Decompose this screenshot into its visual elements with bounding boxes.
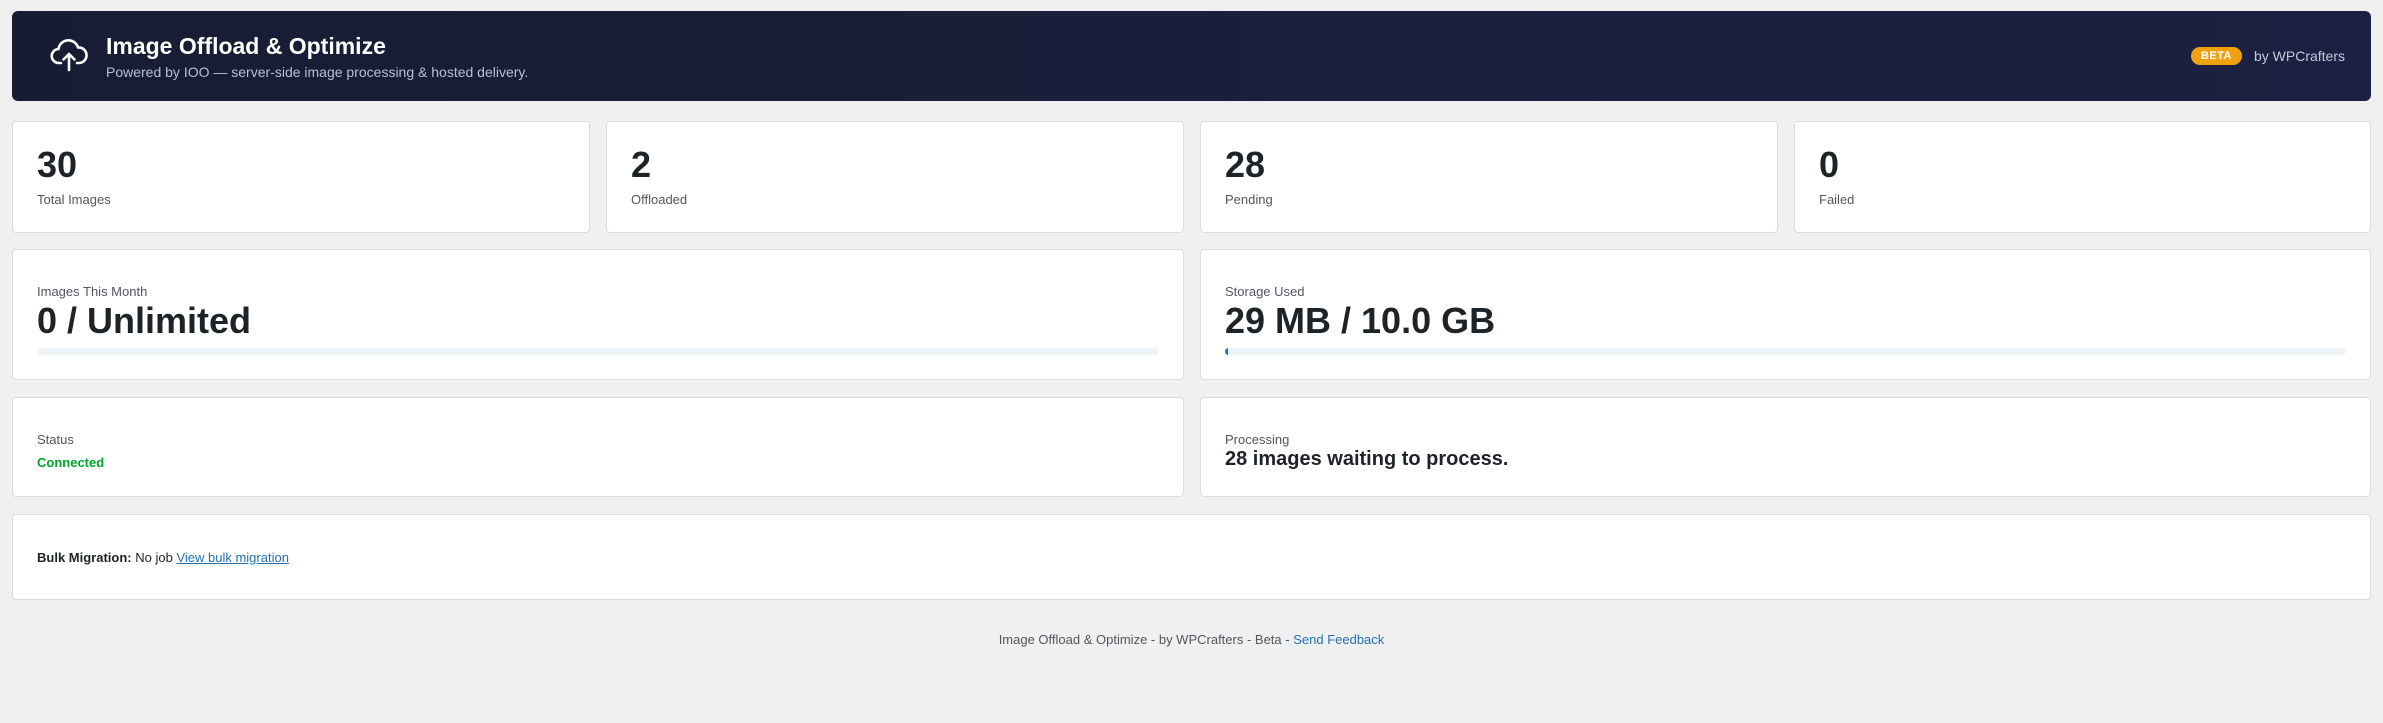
page-title: Image Offload & Optimize	[106, 32, 386, 59]
stat-label: Offloaded	[631, 192, 688, 207]
stat-card-failed: 0 Failed	[1794, 121, 2371, 233]
images-month-progress	[37, 348, 1159, 355]
processing-label: Processing	[1225, 432, 1290, 447]
stat-value: 30	[37, 144, 78, 185]
stat-value: 0	[1819, 144, 1840, 185]
usage-value: 0 / Unlimited	[37, 300, 252, 341]
stat-card-offloaded: 2 Offloaded	[606, 121, 1184, 233]
stat-value: 28	[1225, 144, 1266, 185]
stat-label: Total Images	[37, 192, 111, 207]
send-feedback-link[interactable]: Send Feedback	[1293, 632, 1384, 647]
connection-status: Connected	[37, 455, 105, 470]
page-subtitle: Powered by IOO — server-side image proce…	[106, 63, 529, 80]
status-card: Status Connected	[12, 397, 1184, 497]
storage-card: Storage Used 29 MB / 10.0 GB	[1200, 249, 2371, 380]
stat-value: 2	[631, 144, 652, 185]
cloud-upload-icon	[40, 27, 98, 85]
processing-card: Processing 28 images waiting to process.	[1200, 397, 2371, 497]
status-label: Status	[37, 432, 74, 447]
footer: Image Offload & Optimize - by WPCrafters…	[0, 632, 2383, 647]
view-bulk-migration-link[interactable]: View bulk migration	[176, 550, 288, 565]
bulk-migration-label: Bulk Migration:	[37, 549, 132, 565]
beta-badge: BETA	[2190, 47, 2242, 65]
usage-value: 29 MB / 10.0 GB	[1225, 300, 1496, 341]
footer-text: Image Offload & Optimize - by WPCrafters…	[998, 632, 1294, 647]
progress-fill	[1225, 348, 1229, 355]
stat-card-pending: 28 Pending	[1200, 121, 1778, 233]
author-credit: by WPCrafters	[2253, 48, 2345, 64]
storage-progress	[1225, 348, 2346, 355]
bulk-migration-status: No job	[135, 549, 173, 565]
usage-label: Storage Used	[1225, 284, 1305, 299]
bulk-migration-card: Bulk Migration: No job View bulk migrati…	[12, 514, 2371, 600]
plugin-header: Image Offload & Optimize Powered by IOO …	[12, 11, 2371, 101]
stat-card-total: 30 Total Images	[12, 121, 590, 233]
images-month-card: Images This Month 0 / Unlimited	[12, 249, 1184, 380]
processing-message: 28 images waiting to process.	[1225, 448, 1509, 470]
stat-label: Failed	[1819, 192, 1855, 207]
stat-label: Pending	[1225, 192, 1273, 207]
usage-label: Images This Month	[37, 284, 148, 299]
